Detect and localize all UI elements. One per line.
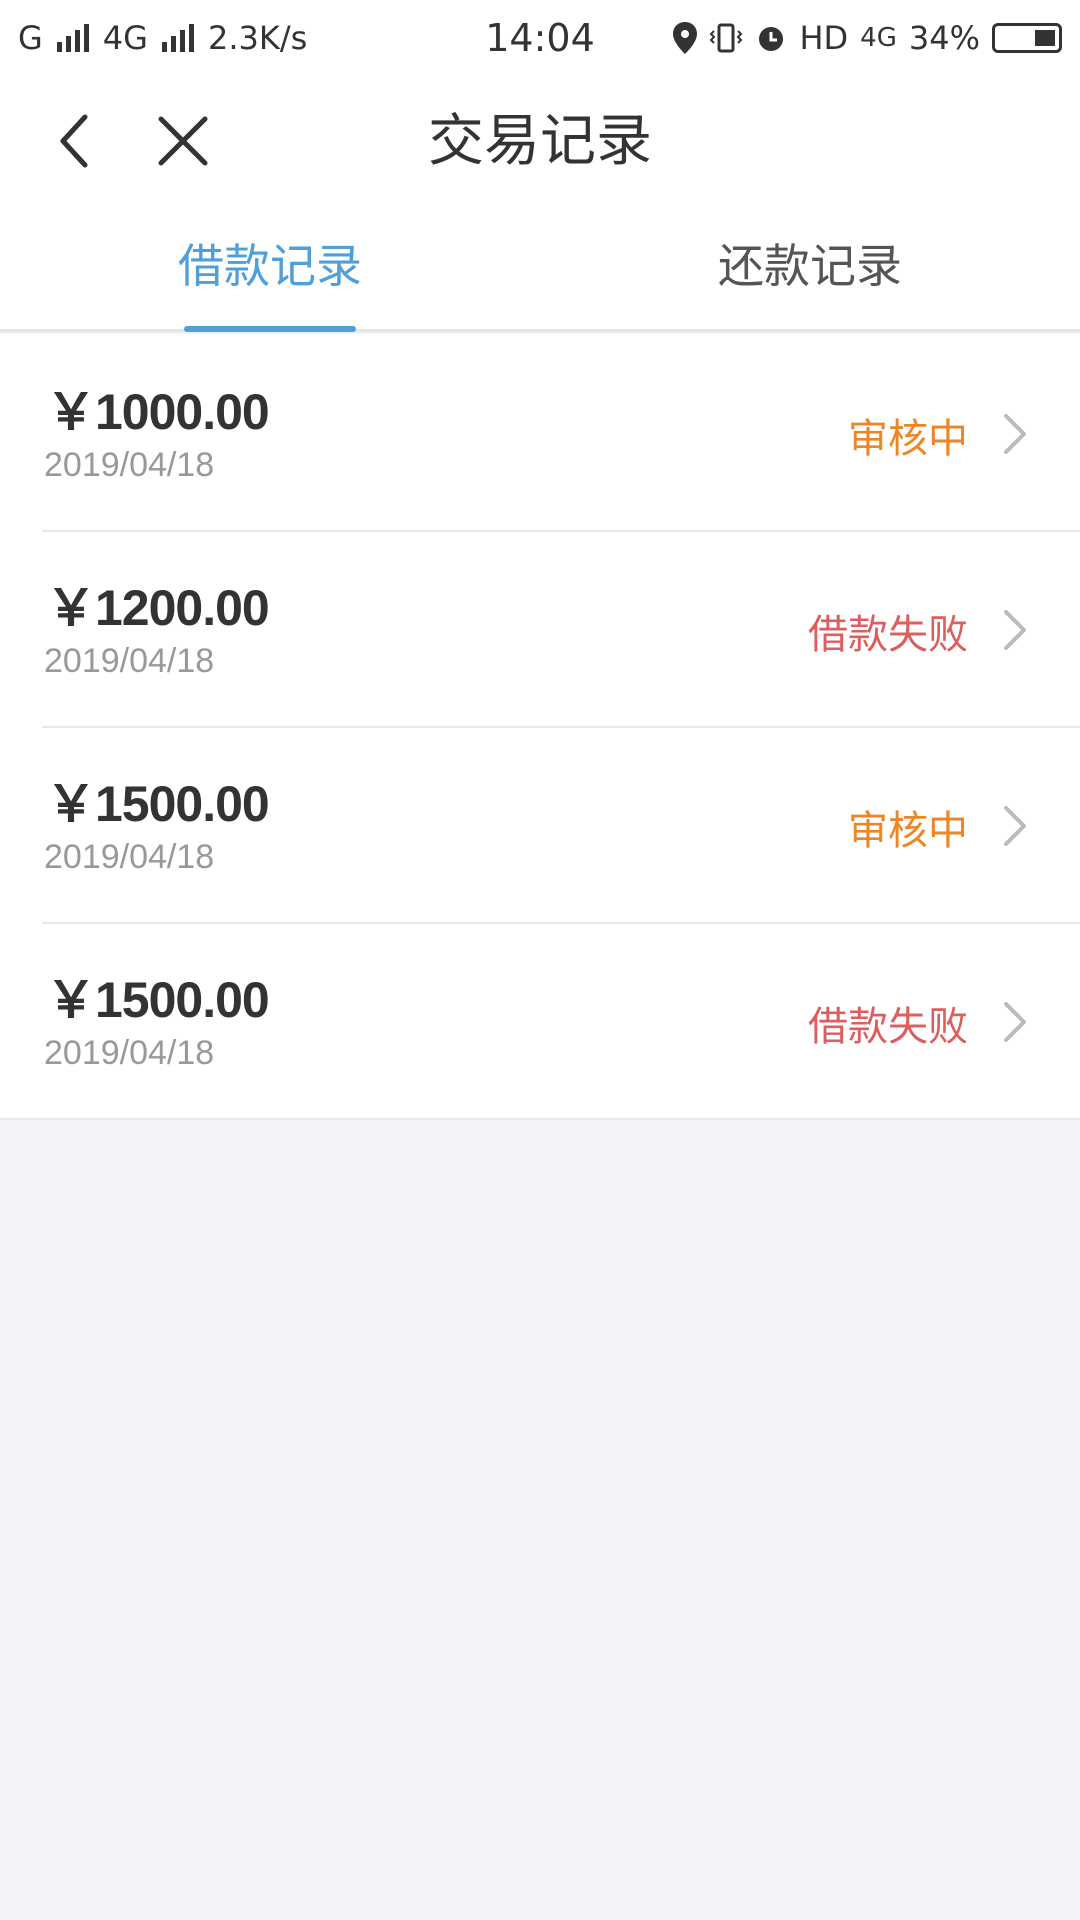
record-date: 2019/04/18 bbox=[44, 642, 215, 680]
page-title: 交易记录 bbox=[428, 109, 652, 174]
active-tab-indicator bbox=[184, 326, 356, 332]
status-badge: 借款失败 bbox=[808, 612, 968, 658]
record-amount: ￥1200.00 bbox=[46, 580, 270, 636]
location-icon bbox=[673, 22, 698, 54]
list-item[interactable]: ￥1000.00 2019/04/18 审核中 bbox=[0, 334, 1080, 530]
record-amount: ￥1500.00 bbox=[46, 776, 270, 832]
signal-strength-2-icon bbox=[161, 24, 194, 52]
record-date: 2019/04/18 bbox=[44, 1034, 215, 1072]
list-item[interactable]: ￥1200.00 2019/04/18 借款失败 bbox=[0, 530, 1080, 726]
signal-strength-1-icon bbox=[56, 24, 89, 52]
tab-repayment-records[interactable]: 还款记录 bbox=[540, 206, 1080, 329]
vibrate-icon bbox=[710, 23, 743, 53]
chevron-right-icon bbox=[1004, 414, 1026, 454]
status-badge: 审核中 bbox=[848, 808, 968, 854]
list-item[interactable]: ￥1500.00 2019/04/18 借款失败 bbox=[0, 922, 1080, 1118]
battery-icon bbox=[992, 23, 1062, 53]
status-badge: 审核中 bbox=[848, 416, 968, 462]
hd-label: HD bbox=[799, 19, 849, 57]
carrier-2-label: 4G bbox=[102, 19, 148, 57]
status-bar-right: HD 4G 34% bbox=[642, 19, 1062, 57]
status-bar-left: G 4G 2.3K/s bbox=[18, 19, 438, 57]
tab-label: 还款记录 bbox=[718, 238, 902, 293]
battery-percent: 34% bbox=[908, 19, 980, 57]
status-bar: G 4G 2.3K/s 14:04 HD 4G 34% bbox=[0, 0, 1080, 76]
network-type-label: 4G bbox=[860, 23, 897, 53]
list-item[interactable]: ￥1500.00 2019/04/18 审核中 bbox=[0, 726, 1080, 922]
network-speed: 2.3K/s bbox=[207, 19, 308, 57]
carrier-1-label: G bbox=[18, 19, 43, 57]
status-time: 14:04 bbox=[485, 16, 595, 60]
tab-bar: 借款记录 还款记录 bbox=[0, 206, 1080, 332]
record-list: ￥1000.00 2019/04/18 审核中 ￥1200.00 2019/04… bbox=[0, 334, 1080, 1120]
status-badge: 借款失败 bbox=[808, 1004, 968, 1050]
navigation-bar: 交易记录 bbox=[0, 76, 1080, 206]
alarm-icon bbox=[759, 27, 784, 51]
record-amount: ￥1000.00 bbox=[46, 384, 270, 440]
tab-borrow-records[interactable]: 借款记录 bbox=[0, 206, 540, 332]
record-date: 2019/04/18 bbox=[44, 838, 215, 876]
chevron-right-icon bbox=[1004, 1002, 1026, 1042]
record-amount: ￥1500.00 bbox=[46, 972, 270, 1028]
chevron-right-icon bbox=[1004, 610, 1026, 650]
record-date: 2019/04/18 bbox=[44, 446, 215, 484]
chevron-right-icon bbox=[1004, 806, 1026, 846]
tab-label: 借款记录 bbox=[178, 238, 362, 293]
